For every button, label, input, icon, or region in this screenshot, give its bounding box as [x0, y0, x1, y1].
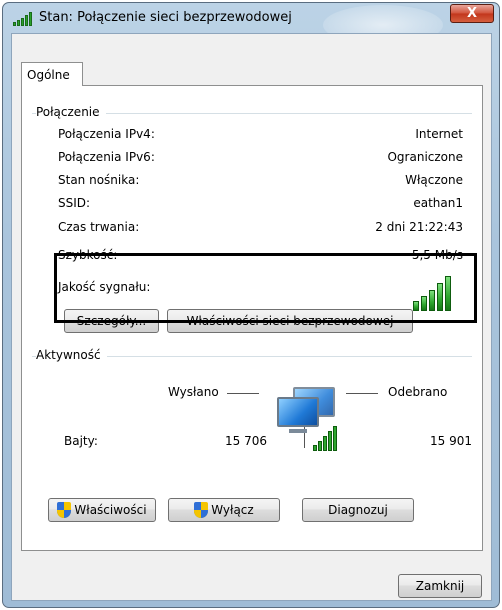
diagnose-button[interactable]: Diagnozuj: [302, 498, 414, 522]
network-monitor-stand: [289, 429, 307, 433]
received-label: Odebrano: [388, 385, 448, 399]
properties-button[interactable]: Właściwości: [48, 498, 156, 522]
disable-button[interactable]: Wyłącz: [168, 498, 280, 522]
ssid-label: SSID:: [58, 196, 91, 210]
sent-label: Wysłano: [168, 385, 219, 399]
duration-row: Czas trwania: 2 dni 21:22:43: [58, 217, 463, 237]
properties-button-label: Właściwości: [74, 503, 147, 517]
ipv6-row: Połączenia IPv6: Ograniczone: [58, 147, 463, 167]
media-state-value: Włączone: [405, 173, 463, 187]
ipv4-row: Połączenia IPv4: Internet: [58, 124, 463, 144]
tab-general[interactable]: Ogólne: [21, 62, 83, 86]
signal-quality-icon: [413, 275, 457, 311]
disable-button-label: Wyłącz: [211, 503, 254, 517]
network-monitor-front: [277, 397, 319, 427]
duration-value: 2 dni 21:22:43: [375, 220, 463, 234]
media-state-label: Stan nośnika:: [58, 173, 140, 187]
bytes-received-value: 15 901: [430, 434, 472, 448]
wireless-signal-icon: [13, 12, 33, 26]
window-title: Stan: Połączenie sieci bezprzewodowej: [39, 10, 292, 25]
close-button[interactable]: Zamknij: [398, 574, 482, 598]
ipv6-label: Połączenia IPv6:: [58, 150, 155, 164]
uac-shield-icon: [194, 502, 209, 518]
close-window-button[interactable]: X: [450, 4, 494, 23]
ipv4-value: Internet: [415, 127, 463, 141]
network-signal-bars: [313, 425, 339, 451]
ipv6-value: Ograniczone: [387, 150, 463, 164]
bytes-label: Bajty:: [64, 434, 98, 448]
ipv4-label: Połączenia IPv4:: [58, 127, 155, 141]
sent-line: [227, 393, 259, 394]
uac-shield-icon: [57, 502, 72, 518]
media-state-row: Stan nośnika: Włączone: [58, 170, 463, 190]
connection-group-label: Połączenie: [36, 105, 106, 119]
activity-group-label: Aktywność: [36, 348, 107, 362]
ssid-value: eathan1: [413, 196, 463, 210]
duration-label: Czas trwania:: [58, 220, 140, 234]
ssid-row: SSID: eathan1: [58, 193, 463, 213]
title-bar[interactable]: Stan: Połączenie sieci bezprzewodowej X: [3, 3, 499, 45]
network-computers-icon: [273, 387, 353, 453]
status-dialog-window: Stan: Połączenie sieci bezprzewodowej X …: [2, 2, 500, 608]
bytes-sent-value: 15 706: [225, 434, 267, 448]
